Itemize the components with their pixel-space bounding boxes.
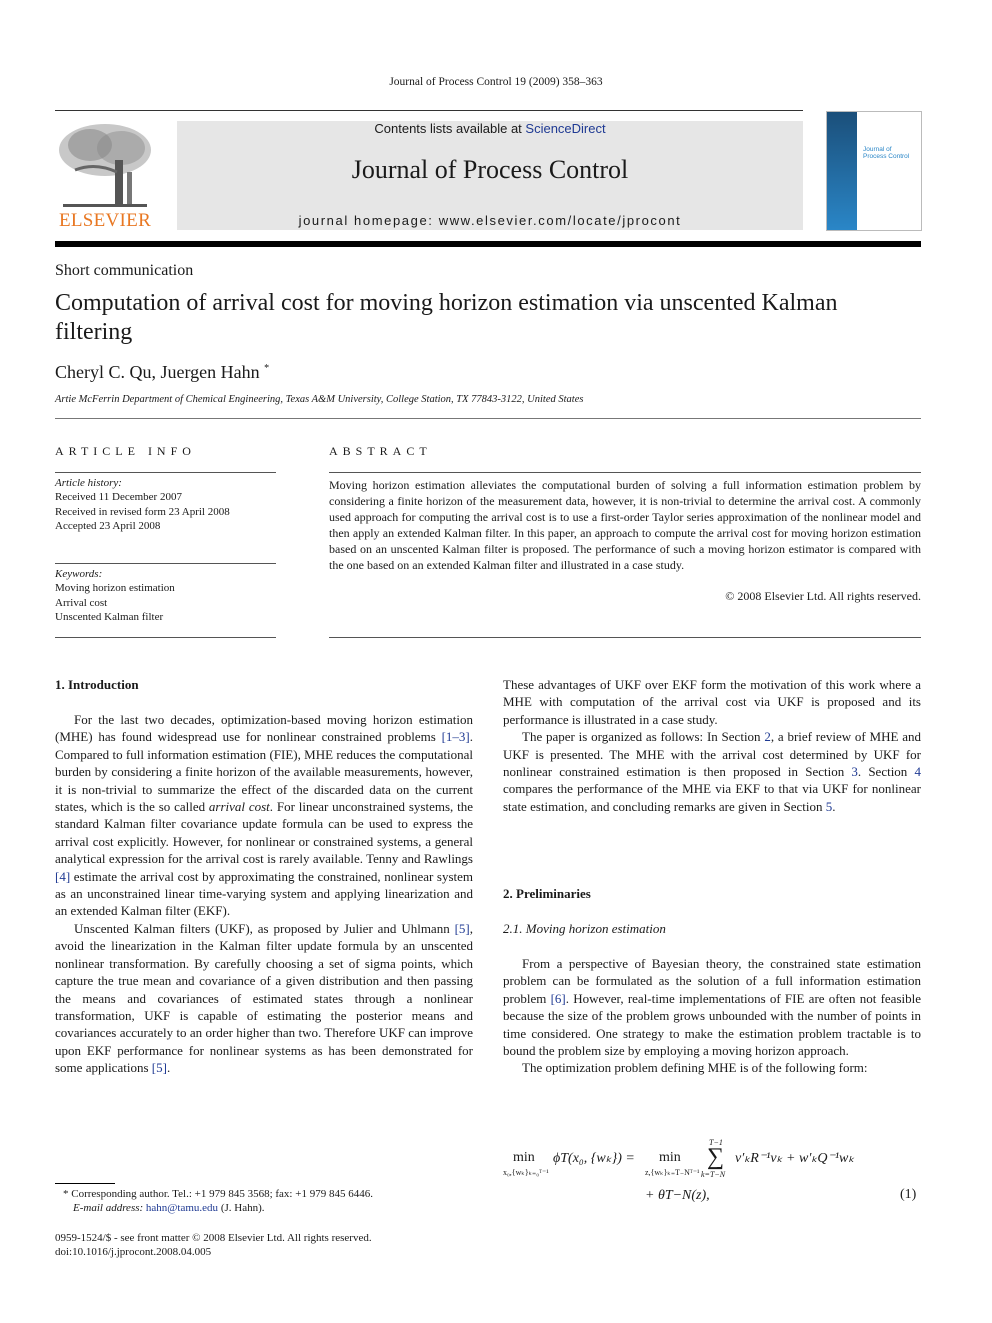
section-link[interactable]: 4 (914, 764, 921, 779)
cover-title-line2: Process Control (863, 153, 910, 160)
footnote-mark: * (63, 1188, 69, 1200)
divider (329, 637, 921, 638)
text: . Section (857, 764, 915, 780)
lhs-min-subscript: x₀,{wₖ}ₖ₌₀ᵀ⁻¹ (503, 1168, 549, 1177)
section-heading-introduction: 1. Introduction (55, 677, 139, 692)
history-item: Received 11 December 2007 (55, 491, 182, 504)
citation-link[interactable]: [4] (55, 869, 70, 884)
lhs-expression: ϕT(x₀, {wₖ}) = (553, 1151, 635, 1166)
contents-line: Contents lists available at ScienceDirec… (177, 121, 803, 136)
author-names: Cheryl C. Qu, Juergen Hahn (55, 362, 260, 382)
abstract-copyright: © 2008 Elsevier Ltd. All rights reserved… (725, 589, 921, 603)
paragraph: Unscented Kalman filters (UKF), as propo… (55, 920, 473, 1077)
rhs-min: min (659, 1150, 681, 1165)
header-thick-rule (55, 241, 921, 247)
citation-link[interactable]: [5] (455, 921, 470, 936)
sciencedirect-link[interactable]: ScienceDirect (525, 121, 605, 136)
doi[interactable]: doi:10.1016/j.jprocont.2008.04.005 (55, 1245, 495, 1259)
subsection-heading-mhe: 2.1. Moving horizon estimation (503, 921, 666, 936)
text: For the last two decades, optimization-b… (55, 712, 473, 745)
paragraph: These advantages of UKF over EKF form th… (503, 677, 921, 727)
text: . (166, 1060, 171, 1076)
paragraph: The paper is organized as follows: In Se… (503, 728, 921, 815)
abstract-heading: ABSTRACT (329, 444, 432, 458)
divider (329, 472, 921, 473)
affiliation-rule (55, 418, 921, 419)
email-label: E-mail address: (73, 1202, 144, 1214)
section-heading-preliminaries: 2. Preliminaries (503, 886, 591, 901)
keyword: Arrival cost (55, 596, 108, 609)
text: , avoid the linearization in the Kalman … (55, 920, 473, 1076)
right-column-top: These advantages of UKF over EKF form th… (503, 676, 921, 815)
paragraph: From a perspective of Bayesian theory, t… (503, 955, 921, 1059)
divider (55, 637, 276, 638)
text: estimate the arrival cost by approximati… (55, 868, 473, 919)
issn-line: 0959-1524/$ - see front matter © 2008 El… (55, 1232, 372, 1244)
cover-strip (827, 112, 857, 230)
equation-line2: + θT−N(z), (645, 1188, 710, 1203)
tree-icon (59, 124, 151, 207)
citation-link[interactable]: [1–3] (442, 729, 470, 744)
keyword: Moving horizon estimation (55, 582, 175, 595)
emphasis: arrival cost (208, 799, 270, 815)
footnote-line: * Corresponding author. Tel.: +1 979 845… (55, 1187, 495, 1201)
equation-number: (1) (900, 1187, 917, 1202)
left-column: For the last two decades, optimization-b… (55, 711, 473, 1077)
footnote-email-line: E-mail address: hahn@tamu.edu (J. Hahn). (55, 1201, 495, 1215)
cover-title: Journal of Process Control (863, 146, 909, 160)
right-column-bottom: From a perspective of Bayesian theory, t… (503, 955, 921, 1077)
article-title: Computation of arrival cost for moving h… (55, 290, 838, 345)
summand: v′ₖR⁻¹vₖ + w′ₖQ⁻¹wₖ (735, 1151, 855, 1166)
footnote-text: Corresponding author. Tel.: +1 979 845 3… (71, 1188, 373, 1200)
front-matter: 0959-1524/$ - see front matter © 2008 El… (55, 1231, 495, 1259)
abstract-text: Moving horizon estimation alleviates the… (329, 478, 921, 572)
footnote: * Corresponding author. Tel.: +1 979 845… (55, 1187, 495, 1215)
keywords-label: Keywords: (55, 568, 103, 580)
history-label: Article history: (55, 477, 122, 489)
journal-title: Journal of Process Control (351, 155, 629, 184)
text: The paper is organized as follows: In Se… (522, 729, 765, 745)
divider (55, 472, 276, 473)
rhs-min-subscript: z,{wₖ}ₖ₌T₋Nᵀ⁻¹ (645, 1168, 700, 1177)
journal-cover-thumbnail: Journal of Process Control (826, 111, 922, 231)
authors: Cheryl C. Qu, Juergen Hahn * (55, 362, 269, 383)
text: Unscented Kalman filters (UKF), as propo… (74, 920, 455, 936)
keyword: Unscented Kalman filter (55, 610, 164, 623)
citation-link[interactable]: [5] (152, 1060, 167, 1075)
equation-1: min x₀,{wₖ}ₖ₌₀ᵀ⁻¹ ϕT(x₀, {wₖ}) = min z,{… (503, 1138, 921, 1208)
article-type: Short communication (55, 262, 194, 279)
keywords: Keywords: Moving horizon estimation Arri… (55, 567, 276, 624)
journal-homepage[interactable]: journal homepage: www.elsevier.com/locat… (177, 213, 803, 228)
paragraph: The optimization problem defining MHE is… (522, 1060, 868, 1076)
elsevier-wordmark: ELSEVIER (58, 210, 152, 231)
history-item: Received in revised form 23 April 2008 (55, 505, 230, 518)
text: compares the performance of the MHE via … (503, 781, 921, 814)
history-item: Accepted 23 April 2008 (55, 519, 161, 532)
paragraph: For the last two decades, optimization-b… (55, 711, 473, 920)
sum-sign: ∑ (707, 1144, 725, 1170)
lhs-min: min (513, 1150, 535, 1165)
cover-title-line1: Journal of (863, 146, 892, 153)
citation-link[interactable]: [6] (551, 991, 566, 1006)
article-info-heading: ARTICLE INFO (55, 444, 196, 458)
divider (55, 563, 276, 564)
text: . However, real-time implementations of … (503, 990, 921, 1059)
running-head: Journal of Process Control 19 (2009) 358… (389, 76, 603, 88)
email-link[interactable]: hahn@tamu.edu (146, 1202, 218, 1214)
header-rule (55, 110, 803, 111)
contents-prefix: Contents lists available at (374, 121, 526, 136)
email-suffix: (J. Hahn). (218, 1202, 265, 1214)
corresponding-author-mark[interactable]: * (264, 363, 269, 374)
sum-lower-limit: k=T−N (701, 1170, 726, 1179)
text: . (832, 798, 836, 814)
affiliation: Artie McFerrin Department of Chemical En… (55, 394, 584, 405)
article-history: Article history: Received 11 December 20… (55, 476, 276, 533)
footnote-rule (55, 1183, 115, 1184)
